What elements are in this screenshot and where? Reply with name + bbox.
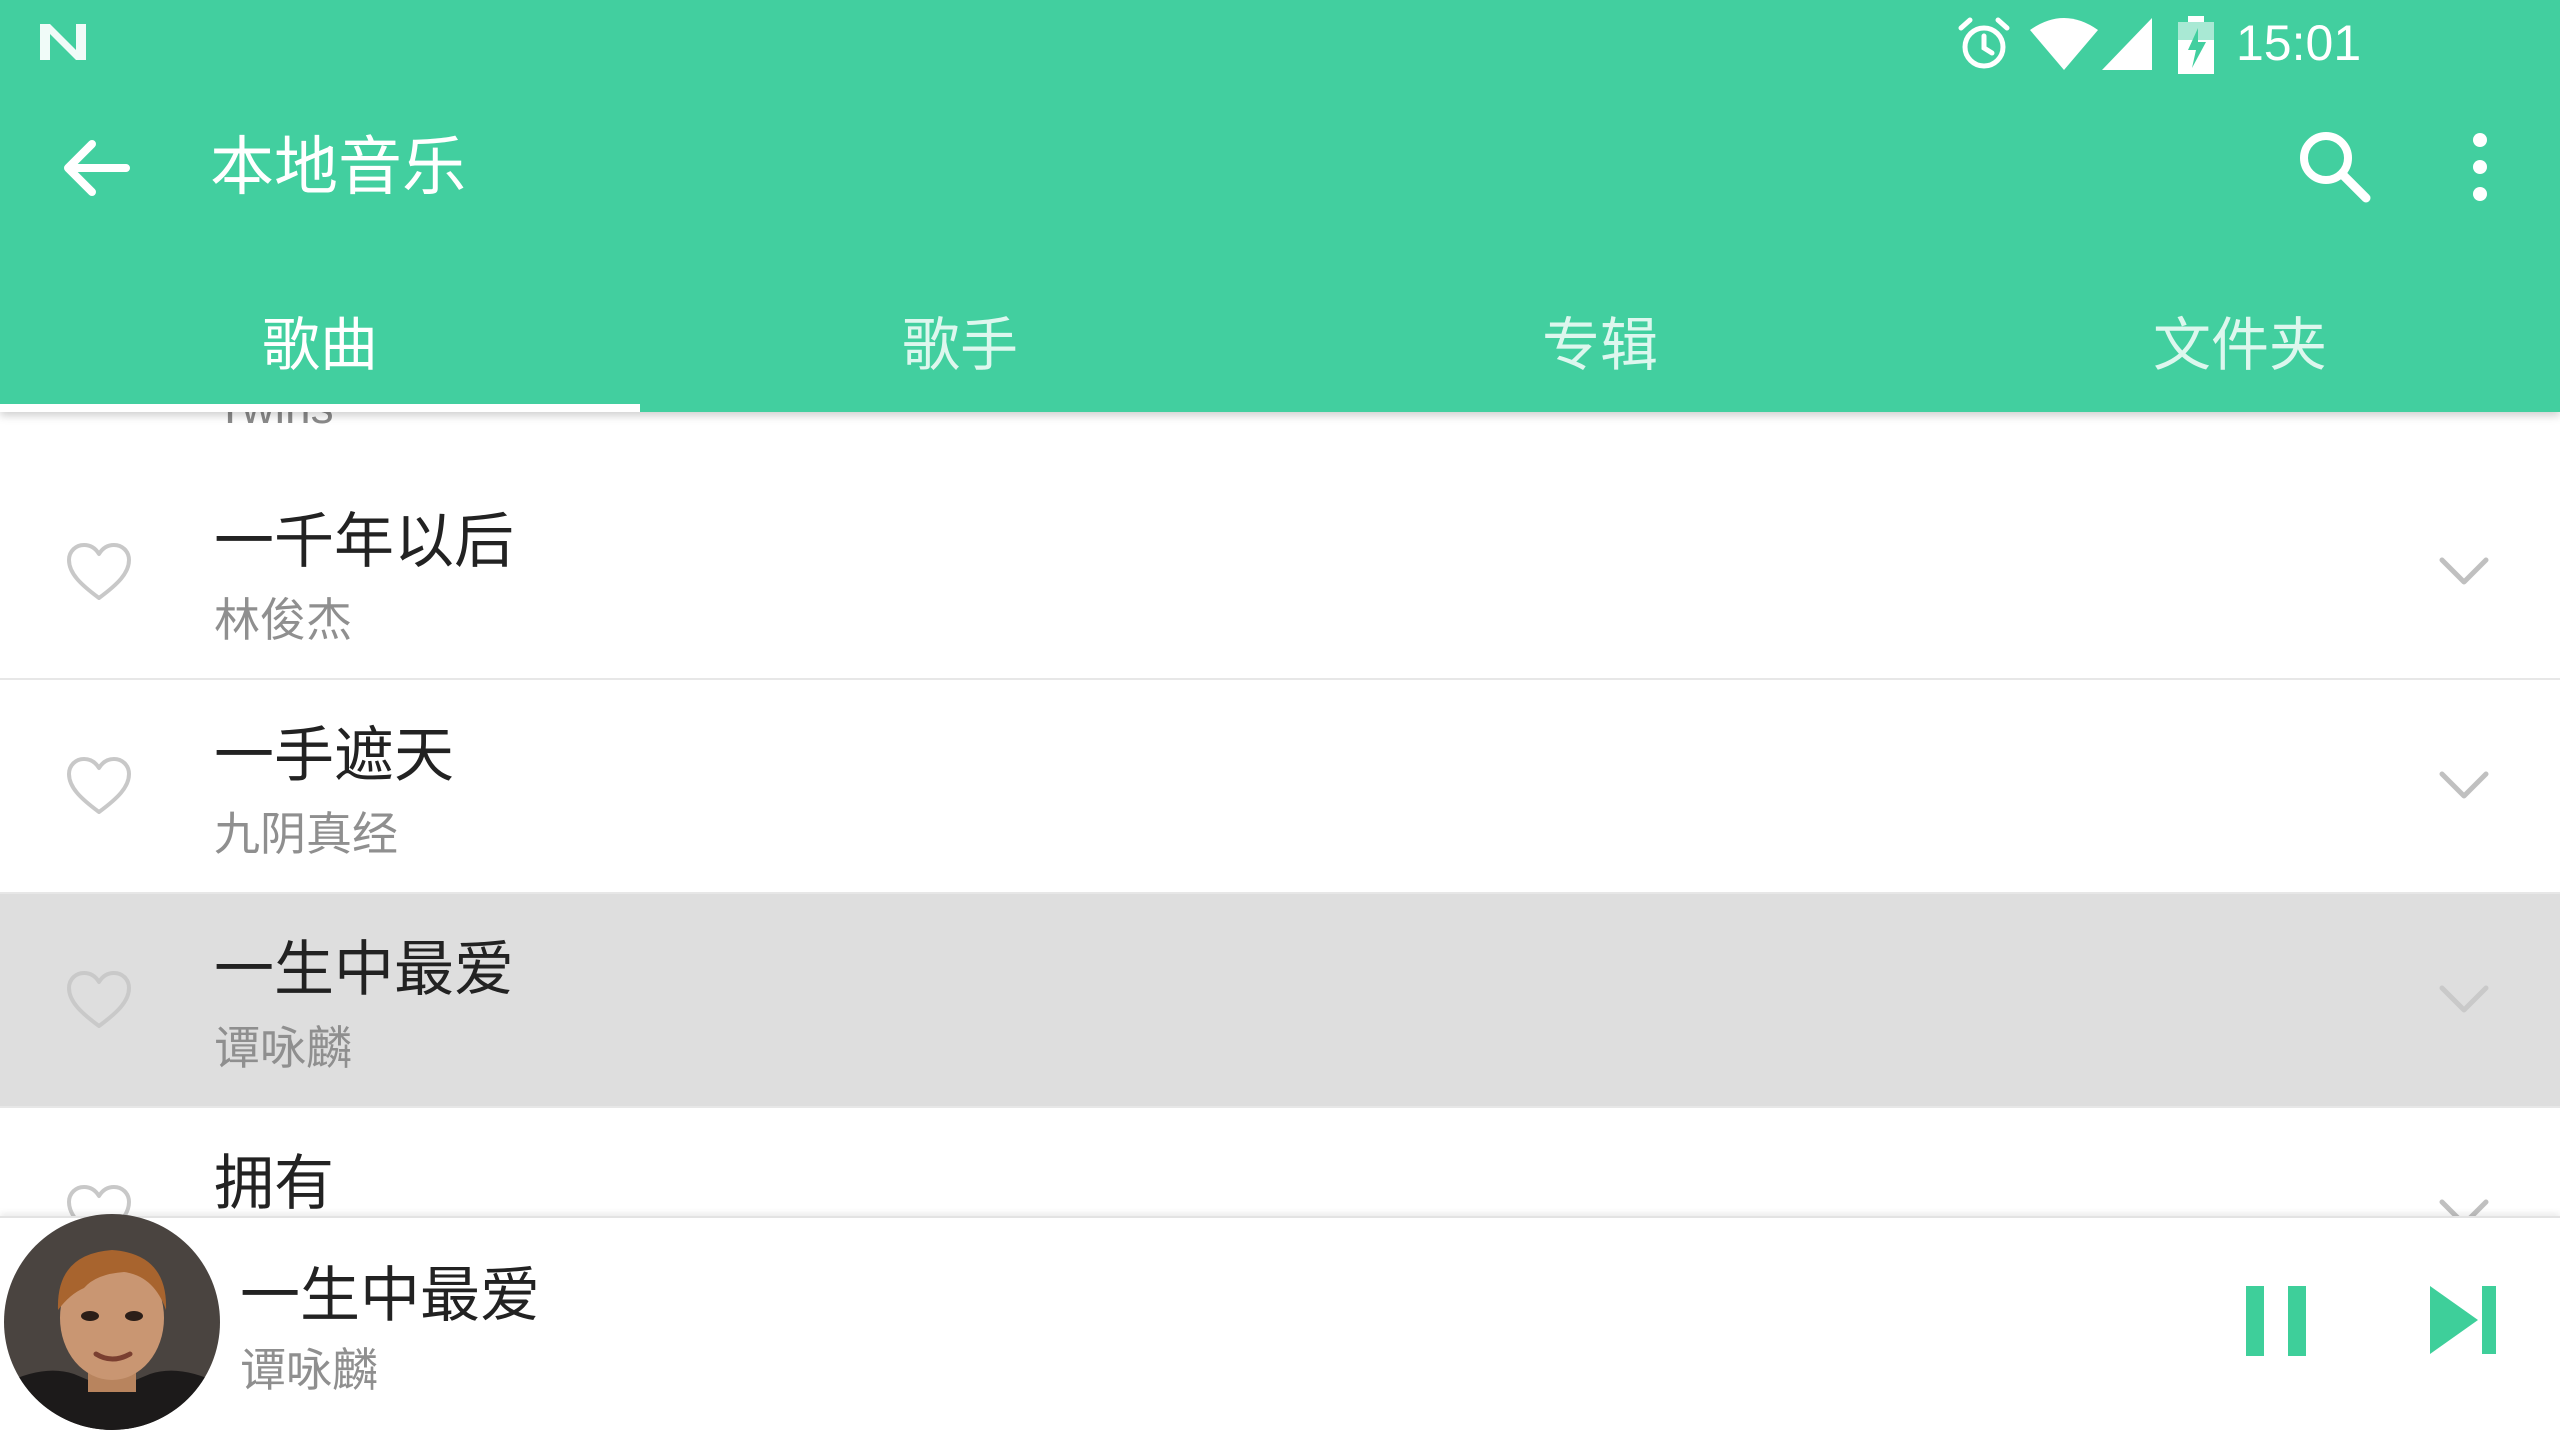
heart-icon[interactable] bbox=[64, 968, 134, 1032]
battery-charging-icon bbox=[2178, 16, 2214, 74]
app-root: 15:01 本地音乐 歌曲 歌手 专辑 文件夹 一千年以后 林俊杰 一手遮天 九… bbox=[0, 0, 2560, 1440]
list-item[interactable]: 一千年以后 林俊杰 bbox=[0, 466, 2560, 680]
now-playing-title: 一生中最爱 bbox=[240, 1261, 540, 1331]
arrow-back-icon[interactable] bbox=[52, 128, 144, 208]
list-item[interactable]: 拥有 bbox=[0, 1108, 2560, 1216]
list-item-partial[interactable]: Twins bbox=[0, 412, 2560, 468]
chevron-down-icon[interactable] bbox=[2436, 550, 2492, 590]
status-bar: 15:01 bbox=[0, 0, 2560, 84]
tab-artists[interactable]: 歌手 bbox=[640, 268, 1280, 412]
n-logo-icon bbox=[40, 24, 86, 60]
page-title: 本地音乐 bbox=[210, 131, 466, 205]
tab-folders[interactable]: 文件夹 bbox=[1920, 268, 2560, 412]
song-artist: 谭咏麟 bbox=[214, 1021, 352, 1075]
cell-signal-icon bbox=[2102, 18, 2152, 70]
tab-albums[interactable]: 专辑 bbox=[1280, 268, 1920, 412]
song-artist: 林俊杰 bbox=[214, 593, 352, 647]
song-title: 一手遮天 bbox=[214, 721, 454, 791]
chevron-down-icon[interactable] bbox=[2436, 1192, 2492, 1216]
heart-icon[interactable] bbox=[64, 540, 134, 604]
now-playing-bar[interactable]: 一生中最爱 谭咏麟 bbox=[0, 1214, 2560, 1440]
heart-icon[interactable] bbox=[64, 754, 134, 818]
tab-songs[interactable]: 歌曲 bbox=[0, 268, 640, 412]
chevron-down-icon[interactable] bbox=[2436, 764, 2492, 804]
song-list[interactable]: Twins 一千年以后 林俊杰 一手遮天 九阴真经 bbox=[0, 412, 2560, 1216]
song-title: 拥有 bbox=[214, 1149, 334, 1216]
status-time: 15:01 bbox=[2236, 15, 2362, 71]
list-item-selected[interactable]: 一生中最爱 谭咏麟 bbox=[0, 894, 2560, 1108]
heart-icon[interactable] bbox=[64, 1182, 134, 1216]
tab-bar: 歌曲 歌手 专辑 文件夹 bbox=[0, 268, 2560, 412]
app-bar: 15:01 本地音乐 歌曲 歌手 专辑 文件夹 bbox=[0, 0, 2560, 412]
now-playing-artist: 谭咏麟 bbox=[240, 1343, 378, 1397]
list-item[interactable]: 一手遮天 九阴真经 bbox=[0, 680, 2560, 894]
skip-next-icon[interactable] bbox=[2422, 1274, 2506, 1366]
pause-icon[interactable] bbox=[2236, 1276, 2316, 1366]
album-cover-avatar[interactable] bbox=[4, 1214, 220, 1430]
alarm-icon bbox=[1958, 17, 2010, 69]
song-title: 一千年以后 bbox=[214, 507, 514, 577]
song-artist: Twins bbox=[216, 412, 334, 434]
search-icon[interactable] bbox=[2290, 122, 2380, 212]
toolbar: 本地音乐 bbox=[0, 84, 2560, 252]
song-title: 一生中最爱 bbox=[214, 935, 514, 1005]
tab-indicator bbox=[0, 404, 640, 412]
chevron-down-icon[interactable] bbox=[2436, 978, 2492, 1018]
wifi-icon bbox=[2030, 18, 2098, 70]
more-vert-icon[interactable] bbox=[2440, 122, 2520, 212]
song-artist: 九阴真经 bbox=[214, 807, 398, 861]
